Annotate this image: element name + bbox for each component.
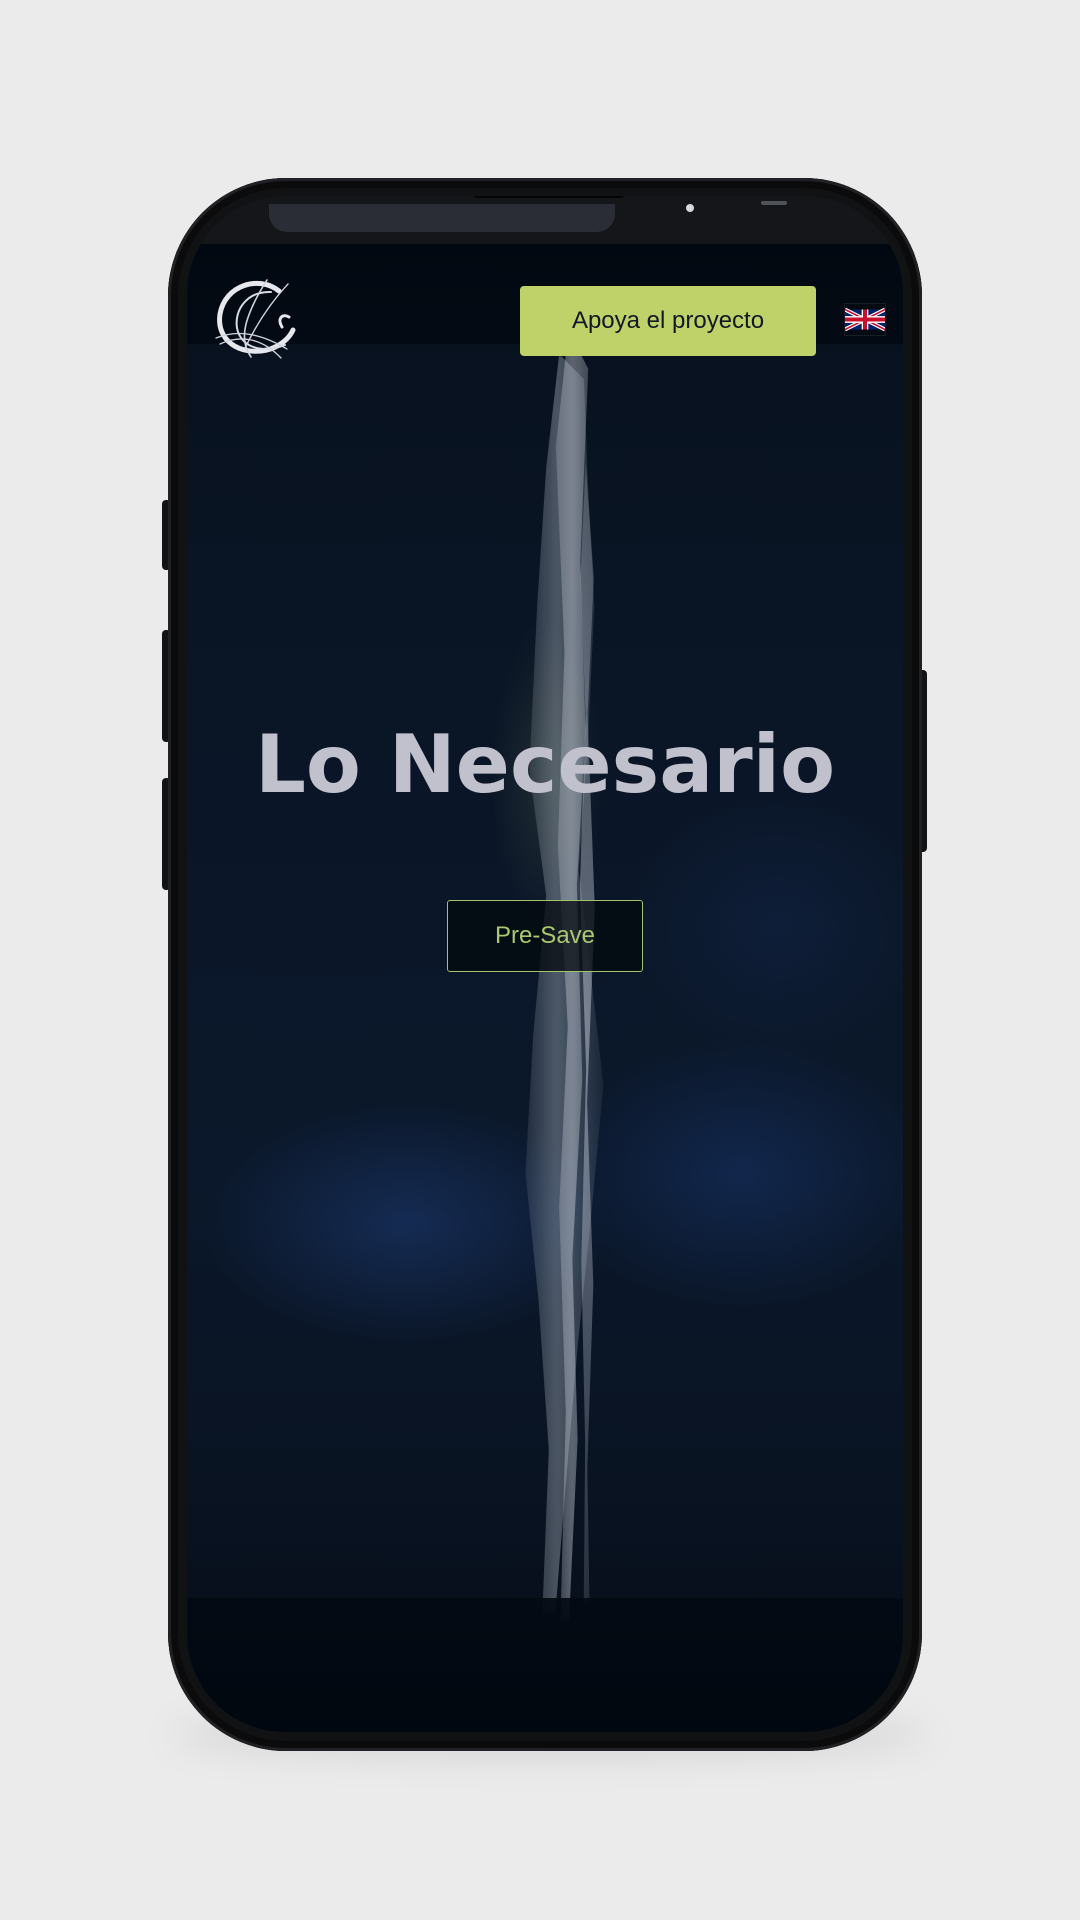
status-dot-icon <box>686 204 694 212</box>
logo-icon[interactable] <box>209 272 299 362</box>
status-mark-icon <box>761 201 787 205</box>
status-bar <box>187 196 903 244</box>
status-pill <box>269 204 615 232</box>
presave-button[interactable]: Pre-Save <box>447 900 643 972</box>
support-project-button[interactable]: Apoya el proyecto <box>520 286 816 356</box>
phone-screen: Apoya el proyecto Lo Necesario Pre-Save <box>187 196 903 1732</box>
mockup-page: Apoya el proyecto Lo Necesario Pre-Save <box>0 0 1080 1920</box>
bottom-dark-band <box>187 1598 903 1732</box>
website-view: Apoya el proyecto Lo Necesario Pre-Save <box>187 244 903 1732</box>
page-title: Lo Necesario <box>254 718 836 811</box>
notch <box>470 196 627 198</box>
uk-flag-icon[interactable] <box>845 304 885 335</box>
